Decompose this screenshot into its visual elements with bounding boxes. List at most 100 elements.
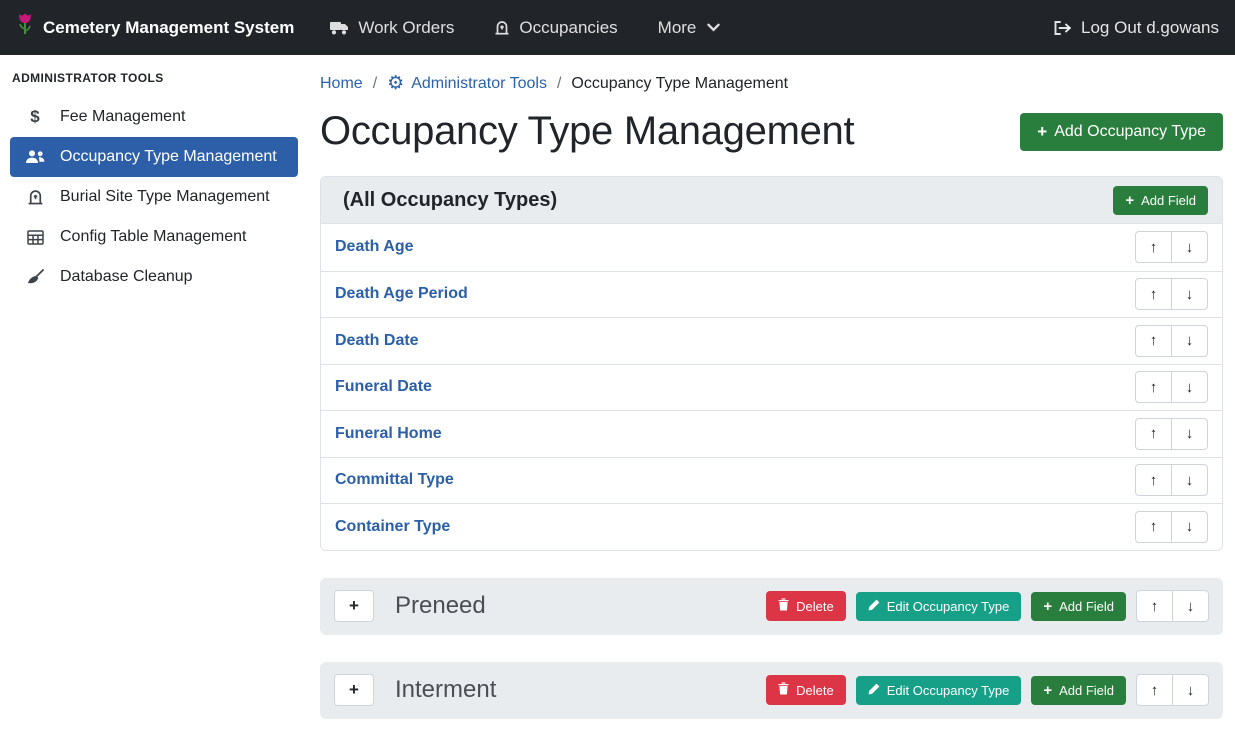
edit-label: Edit Occupancy Type bbox=[887, 599, 1010, 614]
breadcrumb-admin-tools-label: Administrator Tools bbox=[411, 75, 547, 93]
nav-more[interactable]: More bbox=[658, 18, 721, 38]
field-link-death-age[interactable]: Death Age bbox=[335, 238, 414, 256]
nav-items: Work Orders Occupancies More bbox=[330, 18, 720, 38]
nav-more-label: More bbox=[658, 18, 697, 38]
field-link-death-date[interactable]: Death Date bbox=[335, 332, 419, 350]
move-down-button[interactable]: ↓ bbox=[1172, 590, 1209, 622]
move-up-button[interactable]: ↑ bbox=[1135, 231, 1172, 263]
field-row: Funeral Home ↑ ↓ bbox=[321, 410, 1222, 457]
reorder-buttons: ↑ ↓ bbox=[1135, 511, 1208, 543]
field-link-funeral-date[interactable]: Funeral Date bbox=[335, 378, 432, 396]
move-up-button[interactable]: ↑ bbox=[1135, 511, 1172, 543]
section-actions: Delete Edit Occupancy Type + Add Field ↑ bbox=[766, 590, 1209, 622]
section-preneed: + Preneed Delete bbox=[320, 578, 1223, 635]
breadcrumb-separator: / bbox=[557, 75, 561, 93]
gear-icon: ⚙ bbox=[387, 74, 404, 93]
edit-occupancy-type-button[interactable]: Edit Occupancy Type bbox=[856, 592, 1022, 621]
move-down-button[interactable]: ↓ bbox=[1171, 278, 1208, 310]
add-occupancy-type-label: Add Occupancy Type bbox=[1054, 123, 1206, 141]
move-down-button[interactable]: ↓ bbox=[1171, 325, 1208, 357]
add-occupancy-type-button[interactable]: + Add Occupancy Type bbox=[1020, 113, 1223, 151]
move-down-button[interactable]: ↓ bbox=[1171, 371, 1208, 403]
sidebar-item-occupancy-type-management[interactable]: Occupancy Type Management bbox=[10, 137, 298, 177]
tombstone-icon bbox=[24, 189, 46, 206]
main-content: Home / ⚙ Administrator Tools / Occupancy… bbox=[308, 55, 1235, 738]
pencil-icon bbox=[868, 683, 880, 698]
field-row: Funeral Date ↑ ↓ bbox=[321, 364, 1222, 411]
add-field-button[interactable]: + Add Field bbox=[1031, 676, 1126, 705]
move-down-button[interactable]: ↓ bbox=[1171, 231, 1208, 263]
field-link-container-type[interactable]: Container Type bbox=[335, 518, 450, 536]
edit-occupancy-type-button[interactable]: Edit Occupancy Type bbox=[856, 676, 1022, 705]
table-icon bbox=[24, 230, 46, 245]
breadcrumb-admin-tools-link[interactable]: ⚙ Administrator Tools bbox=[387, 74, 547, 93]
logout-label: Log Out d.gowans bbox=[1081, 18, 1219, 38]
delete-label: Delete bbox=[796, 599, 834, 614]
move-down-button[interactable]: ↓ bbox=[1171, 511, 1208, 543]
reorder-buttons: ↑ ↓ bbox=[1135, 371, 1208, 403]
breadcrumb-current: Occupancy Type Management bbox=[571, 75, 788, 93]
delete-occupancy-type-button[interactable]: Delete bbox=[766, 675, 846, 705]
nav-work-orders-label: Work Orders bbox=[358, 18, 454, 38]
reorder-buttons: ↑ ↓ bbox=[1136, 674, 1209, 706]
nav-occupancies-label: Occupancies bbox=[519, 18, 617, 38]
move-down-button[interactable]: ↓ bbox=[1172, 674, 1209, 706]
field-link-committal-type[interactable]: Committal Type bbox=[335, 471, 454, 489]
expand-section-button[interactable]: + bbox=[334, 674, 374, 706]
move-up-button[interactable]: ↑ bbox=[1135, 371, 1172, 403]
chevron-down-icon bbox=[707, 23, 720, 32]
move-up-button[interactable]: ↑ bbox=[1135, 278, 1172, 310]
section-actions: Delete Edit Occupancy Type + Add Field ↑ bbox=[766, 674, 1209, 706]
logout-button[interactable]: Log Out d.gowans bbox=[1053, 18, 1219, 38]
users-icon bbox=[24, 150, 46, 164]
sidebar-item-database-cleanup[interactable]: Database Cleanup bbox=[10, 257, 298, 297]
sidebar-item-label: Burial Site Type Management bbox=[60, 188, 270, 206]
app-brand[interactable]: Cemetery Management System bbox=[16, 12, 294, 43]
add-field-button[interactable]: + Add Field bbox=[1113, 186, 1208, 215]
trash-icon bbox=[778, 598, 789, 614]
dollar-icon: $ bbox=[24, 107, 46, 127]
tombstone-icon bbox=[494, 20, 510, 36]
pencil-icon bbox=[868, 599, 880, 614]
move-down-button[interactable]: ↓ bbox=[1171, 464, 1208, 496]
plus-icon: + bbox=[1125, 193, 1134, 208]
move-up-button[interactable]: ↑ bbox=[1136, 674, 1173, 706]
field-link-funeral-home[interactable]: Funeral Home bbox=[335, 425, 442, 443]
expand-section-button[interactable]: + bbox=[334, 590, 374, 622]
move-up-button[interactable]: ↑ bbox=[1136, 590, 1173, 622]
breadcrumb: Home / ⚙ Administrator Tools / Occupancy… bbox=[320, 55, 1223, 93]
move-up-button[interactable]: ↑ bbox=[1135, 464, 1172, 496]
nav-work-orders[interactable]: Work Orders bbox=[330, 18, 454, 38]
add-field-label: Add Field bbox=[1141, 193, 1196, 208]
field-row: Death Date ↑ ↓ bbox=[321, 317, 1222, 364]
field-row: Death Age Period ↑ ↓ bbox=[321, 271, 1222, 318]
all-occupancy-types-card: (All Occupancy Types) + Add Field Death … bbox=[320, 176, 1223, 551]
sidebar-item-config-table-management[interactable]: Config Table Management bbox=[10, 217, 298, 257]
add-field-button[interactable]: + Add Field bbox=[1031, 592, 1126, 621]
work-orders-truck-icon bbox=[330, 20, 349, 35]
move-up-button[interactable]: ↑ bbox=[1135, 325, 1172, 357]
sidebar-item-label: Config Table Management bbox=[60, 228, 247, 246]
logout-icon bbox=[1053, 20, 1072, 36]
all-occupancy-types-header: (All Occupancy Types) + Add Field bbox=[321, 177, 1222, 224]
sidebar-item-label: Database Cleanup bbox=[60, 268, 193, 286]
move-down-button[interactable]: ↓ bbox=[1171, 418, 1208, 450]
sidebar-item-label: Occupancy Type Management bbox=[60, 148, 277, 166]
reorder-buttons: ↑ ↓ bbox=[1135, 418, 1208, 450]
sidebar-item-fee-management[interactable]: $ Fee Management bbox=[10, 97, 298, 137]
move-up-button[interactable]: ↑ bbox=[1135, 418, 1172, 450]
sidebar-item-burial-site-type-management[interactable]: Burial Site Type Management bbox=[10, 177, 298, 217]
plus-icon: + bbox=[1037, 123, 1047, 140]
nav-occupancies[interactable]: Occupancies bbox=[494, 18, 617, 38]
tulip-logo-icon bbox=[16, 12, 34, 43]
app-title: Cemetery Management System bbox=[43, 18, 294, 38]
edit-label: Edit Occupancy Type bbox=[887, 683, 1010, 698]
breadcrumb-home-link[interactable]: Home bbox=[320, 75, 363, 93]
add-field-label: Add Field bbox=[1059, 683, 1114, 698]
delete-occupancy-type-button[interactable]: Delete bbox=[766, 591, 846, 621]
field-link-death-age-period[interactable]: Death Age Period bbox=[335, 285, 468, 303]
page-title: Occupancy Type Management bbox=[320, 109, 854, 154]
field-row: Death Age ↑ ↓ bbox=[321, 224, 1222, 271]
reorder-buttons: ↑ ↓ bbox=[1135, 464, 1208, 496]
plus-icon: + bbox=[1043, 683, 1052, 698]
